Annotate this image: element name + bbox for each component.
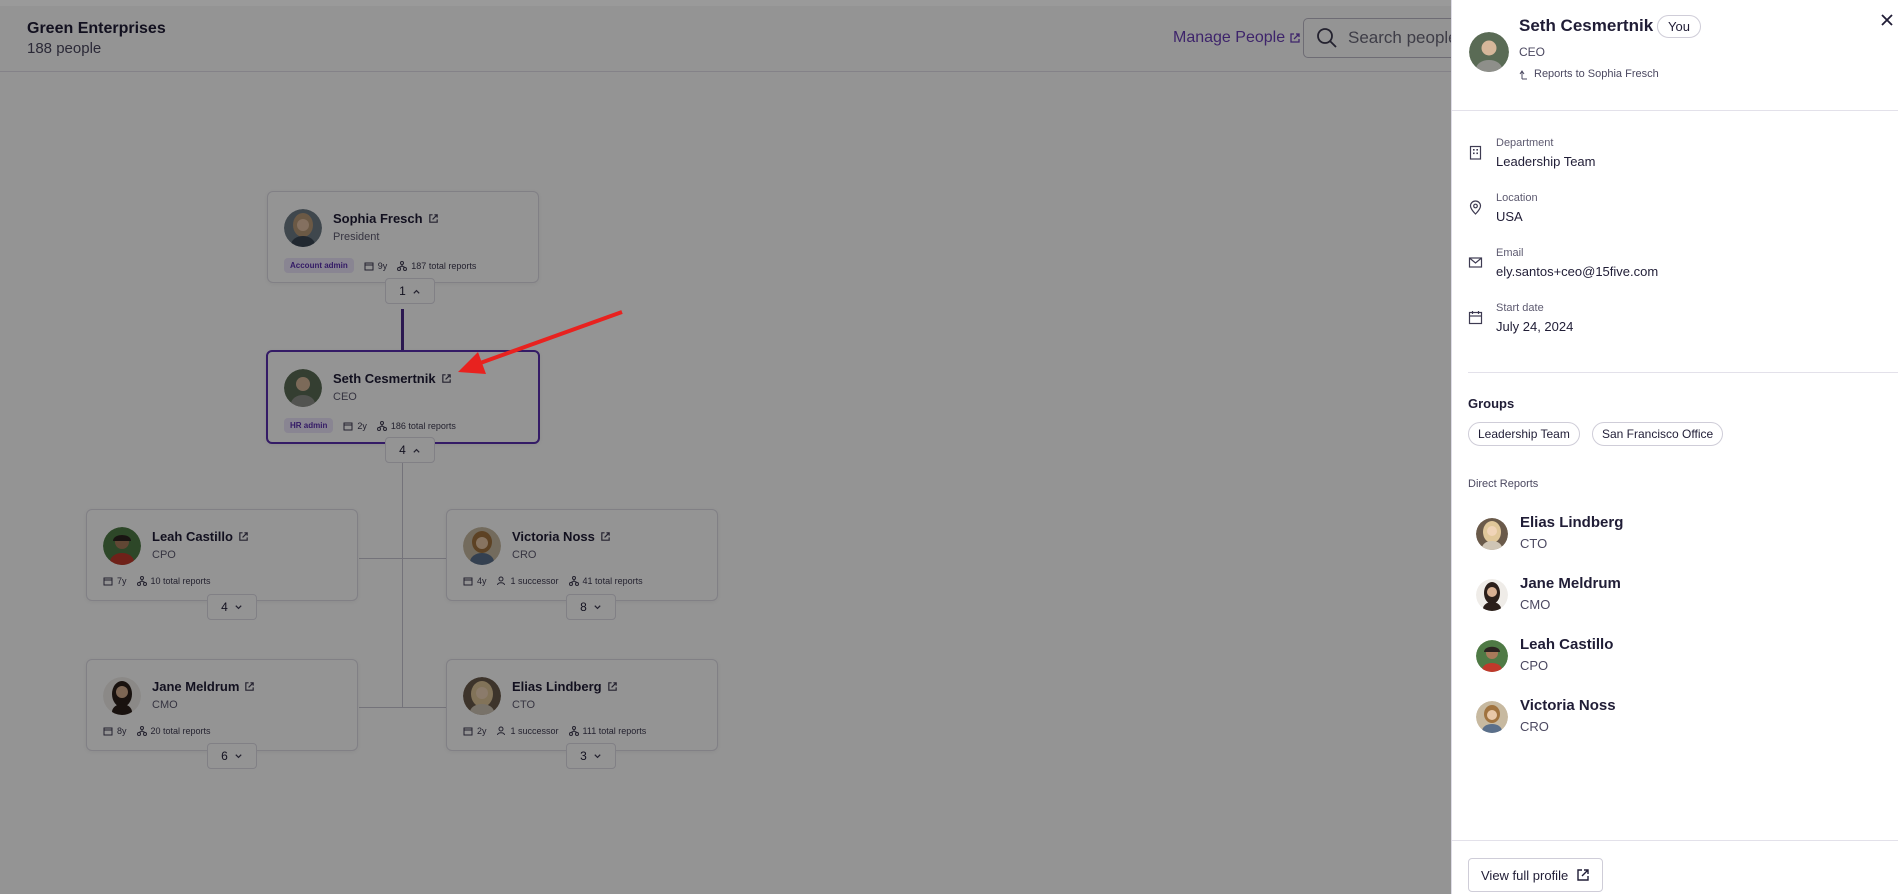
panel-person-name: Seth Cesmertnik [1519, 16, 1654, 35]
detail-department: Department Leadership Team [1468, 137, 1888, 177]
reports-to-label: Reports to Sophia Fresch [1534, 68, 1659, 80]
detail-label: Location [1496, 192, 1538, 204]
view-full-profile-button[interactable]: View full profile [1468, 858, 1604, 892]
calendar-icon [1468, 311, 1483, 325]
reports-to-arrow-icon [1519, 69, 1527, 79]
detail-label: Email [1496, 247, 1524, 259]
avatar [1476, 579, 1508, 611]
view-full-profile-label: View full profile [1481, 867, 1569, 883]
detail-email: Email ely.santos+ceo@15five.com [1468, 247, 1888, 287]
avatar [1476, 701, 1508, 733]
detail-label: Start date [1496, 302, 1544, 314]
direct-report-item[interactable]: Jane Meldrum CMO [1468, 569, 1888, 619]
detail-value[interactable]: ely.santos+ceo@15five.com [1496, 264, 1658, 279]
panel-person-role: CEO [1519, 45, 1546, 59]
avatar [1476, 518, 1508, 550]
divider [1468, 372, 1898, 373]
direct-report-item[interactable]: Elias Lindberg CTO [1468, 508, 1888, 558]
avatar [1469, 32, 1509, 72]
panel-footer-divider [1452, 840, 1898, 841]
building-icon [1469, 145, 1482, 160]
detail-value: Leadership Team [1496, 154, 1596, 169]
direct-report-name: Elias Lindberg [1520, 514, 1624, 531]
direct-report-name: Victoria Noss [1520, 697, 1616, 714]
direct-report-role: CPO [1520, 658, 1549, 673]
reports-to[interactable]: Reports to Sophia Fresch [1519, 68, 1659, 80]
detail-start-date: Start date July 24, 2024 [1468, 302, 1888, 342]
direct-report-role: CMO [1520, 597, 1551, 612]
modal-backdrop[interactable] [0, 6, 1451, 894]
detail-value: July 24, 2024 [1496, 319, 1574, 334]
location-pin-icon [1469, 200, 1482, 215]
detail-label: Department [1496, 137, 1554, 149]
divider [1452, 110, 1898, 111]
direct-report-name: Jane Meldrum [1520, 575, 1621, 592]
group-pill[interactable]: San Francisco Office [1592, 422, 1724, 446]
group-pill[interactable]: Leadership Team [1468, 422, 1580, 446]
detail-value: USA [1496, 209, 1523, 224]
direct-reports-title: Direct Reports [1468, 478, 1539, 490]
you-badge: You [1657, 15, 1701, 38]
direct-report-role: CRO [1520, 719, 1549, 734]
groups-title: Groups [1468, 396, 1515, 411]
direct-report-name: Leah Castillo [1520, 636, 1614, 653]
direct-report-item[interactable]: Victoria Noss CRO [1468, 691, 1888, 741]
direct-report-item[interactable]: Leah Castillo CPO [1468, 630, 1888, 680]
detail-location: Location USA [1468, 192, 1888, 232]
mail-icon [1468, 257, 1483, 268]
external-link-icon [1577, 869, 1589, 881]
person-detail-panel: Seth Cesmertnik You CEO Reports to Sophi… [1451, 0, 1898, 894]
close-icon[interactable] [1879, 12, 1895, 28]
avatar [1476, 640, 1508, 672]
direct-report-role: CTO [1520, 536, 1548, 551]
